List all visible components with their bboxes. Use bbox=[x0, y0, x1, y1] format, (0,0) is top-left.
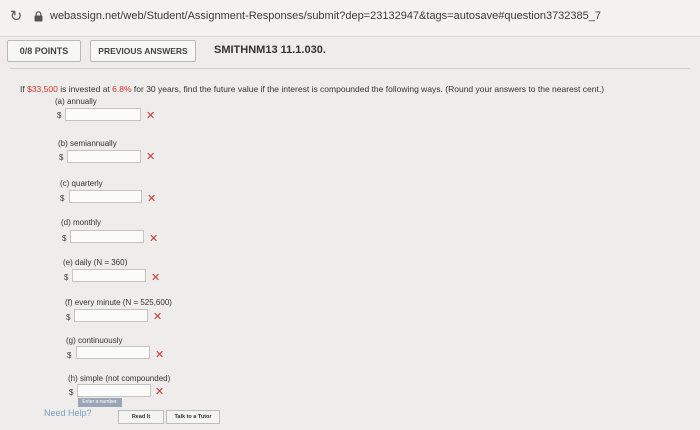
part-f-label: (f) every minute (N = 525,600) bbox=[65, 298, 172, 307]
part-e-label: (e) daily (N = 360) bbox=[63, 258, 128, 267]
url-text[interactable]: webassign.net/web/Student/Assignment-Res… bbox=[50, 10, 601, 22]
lock-icon bbox=[34, 11, 43, 22]
part-c-incorrect-icon: ✕ bbox=[147, 193, 157, 205]
points-badge: 0/8 POINTS bbox=[7, 40, 81, 62]
part-e-incorrect-icon: ✕ bbox=[151, 272, 161, 284]
part-a-currency: $ bbox=[57, 111, 62, 120]
part-f-currency: $ bbox=[66, 313, 71, 322]
part-a-incorrect-icon: ✕ bbox=[146, 110, 156, 122]
part-e-input[interactable] bbox=[72, 269, 146, 282]
header-divider bbox=[10, 68, 690, 69]
part-f-incorrect-icon: ✕ bbox=[153, 311, 163, 323]
part-g-input[interactable] bbox=[76, 346, 150, 359]
part-g-label: (g) continuously bbox=[66, 336, 123, 345]
enter-number-tooltip: Enter a number. bbox=[78, 398, 122, 407]
part-c-label: (c) quarterly bbox=[60, 179, 103, 188]
part-d-incorrect-icon: ✕ bbox=[149, 233, 159, 245]
part-b-input[interactable] bbox=[67, 150, 141, 163]
question-text: If $33,500 is invested at 6.8% for 30 ye… bbox=[20, 84, 695, 94]
question-post: for 30 years, find the future value if t… bbox=[131, 84, 605, 94]
part-h-input[interactable] bbox=[77, 384, 151, 397]
part-b-label: (b) semiannually bbox=[58, 139, 117, 148]
part-h-incorrect-icon: ✕ bbox=[155, 386, 165, 398]
part-f-input[interactable] bbox=[74, 309, 148, 322]
part-a-label: (a) annually bbox=[55, 97, 97, 106]
read-it-button[interactable]: Read It bbox=[118, 410, 164, 424]
part-e-currency: $ bbox=[64, 273, 69, 282]
part-g-currency: $ bbox=[67, 351, 72, 360]
reload-icon[interactable]: ↻ bbox=[8, 9, 24, 25]
principal-value: $33,500 bbox=[27, 84, 58, 94]
part-d-currency: $ bbox=[62, 234, 67, 243]
part-c-input[interactable] bbox=[69, 190, 142, 203]
part-b-currency: $ bbox=[59, 153, 64, 162]
part-h-label: (h) simple (not compounded) bbox=[68, 374, 171, 383]
part-h-currency: $ bbox=[69, 388, 74, 397]
previous-answers-button[interactable]: PREVIOUS ANSWERS bbox=[90, 40, 196, 62]
problem-code: SMITHNM13 11.1.030. bbox=[214, 44, 326, 56]
part-g-incorrect-icon: ✕ bbox=[155, 349, 165, 361]
part-b-incorrect-icon: ✕ bbox=[146, 151, 156, 163]
part-d-input[interactable] bbox=[70, 230, 144, 243]
question-mid: is invested at bbox=[57, 84, 113, 94]
talk-to-tutor-button[interactable]: Talk to a Tutor bbox=[166, 410, 220, 424]
need-help-label: Need Help? bbox=[44, 408, 92, 418]
browser-address-bar: ↻ webassign.net/web/Student/Assignment-R… bbox=[0, 0, 700, 37]
part-c-currency: $ bbox=[60, 194, 65, 203]
rate-value: 6.8% bbox=[112, 84, 132, 94]
part-a-input[interactable] bbox=[65, 108, 141, 121]
part-d-label: (d) monthly bbox=[61, 218, 102, 227]
